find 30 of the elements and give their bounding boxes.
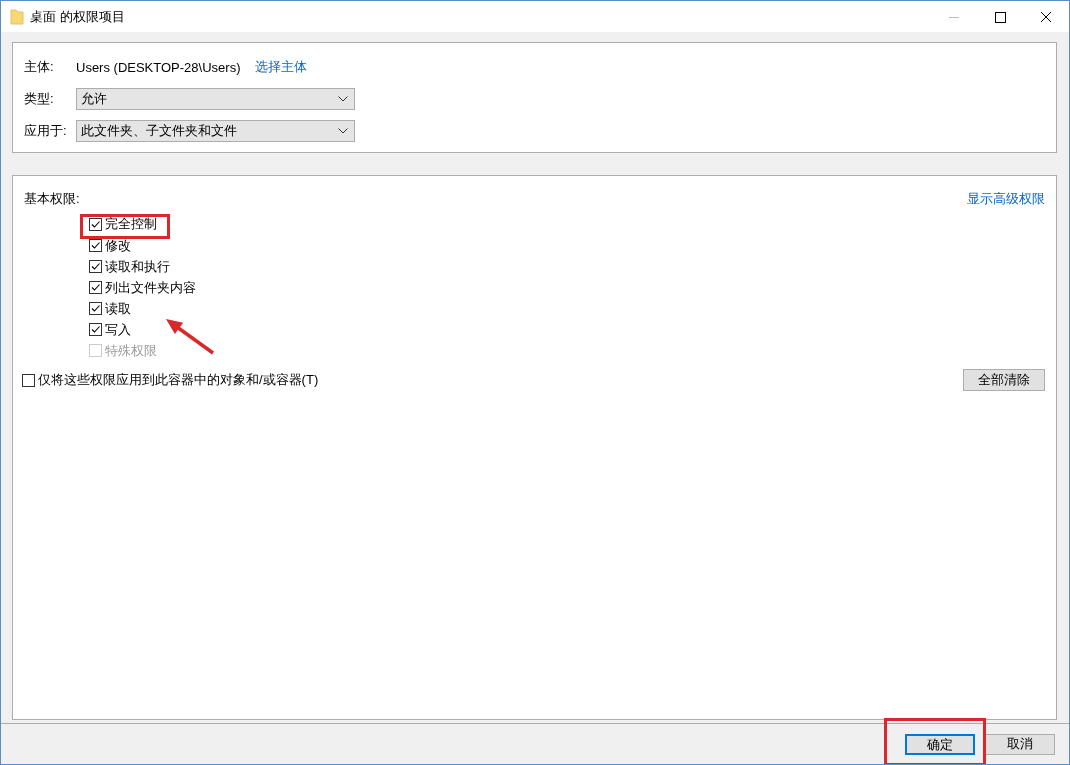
checkmark-icon: [90, 240, 101, 251]
window-title: 桌面 的权限项目: [30, 7, 125, 26]
checkmark-icon: [90, 282, 101, 293]
arrow: [166, 319, 215, 355]
checkmark-icon: [90, 261, 101, 272]
checkmark-icon: [90, 324, 101, 335]
permission-checkbox[interactable]: 写入: [89, 319, 131, 340]
folder-icon: [10, 8, 24, 25]
permission-checkbox[interactable]: 读取和执行: [89, 256, 170, 277]
permission-checkbox[interactable]: 修改: [89, 235, 131, 256]
field-label: 应用于:: [24, 122, 68, 140]
principal-value: Users (DESKTOP-28\Users): [76, 59, 241, 75]
principal-label: 主体:: [24, 58, 55, 76]
permission-checkbox[interactable]: 读取: [89, 298, 131, 319]
dropdown[interactable]: 允许: [76, 88, 355, 110]
select-principal-link[interactable]: 选择主体: [255, 58, 308, 76]
checkmark-icon: [90, 218, 101, 230]
clear-all-button[interactable]: 全部清除: [963, 369, 1045, 391]
apply-only-checkbox[interactable]: 仅将这些权限应用到此容器中的对象和/或容器(T): [22, 369, 319, 391]
advanced-permissions-link[interactable]: 显示高级权限: [967, 190, 1045, 208]
permission-checkbox[interactable]: 完全控制: [89, 214, 157, 234]
chevron-down-icon: [338, 128, 348, 134]
dropdown[interactable]: 此文件夹、子文件夹和文件: [76, 120, 355, 142]
dialog-button[interactable]: 取消: [985, 733, 1055, 755]
field-label: 类型:: [24, 90, 55, 108]
permission-checkbox[interactable]: 列出文件夹内容: [89, 277, 196, 298]
permissions-heading: 基本权限:: [24, 190, 80, 208]
checkmark-icon: [90, 303, 101, 314]
dialog-button[interactable]: 确定: [905, 733, 975, 755]
chevron-down-icon: [338, 96, 348, 102]
